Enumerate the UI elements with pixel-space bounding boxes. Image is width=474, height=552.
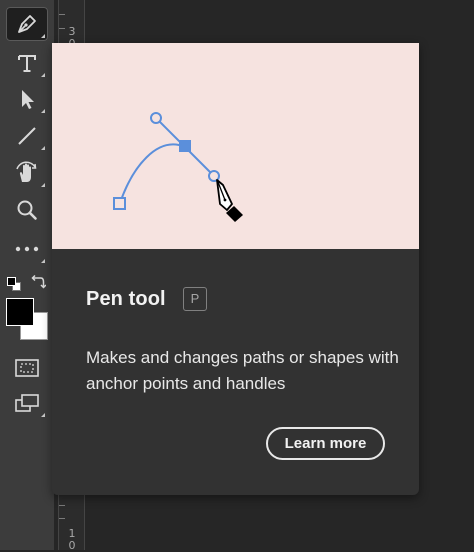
tooltip-preview-illustration — [52, 43, 419, 249]
learn-more-button[interactable]: Learn more — [266, 427, 385, 460]
line-icon — [15, 124, 39, 148]
ruler-label: 1 — [68, 527, 76, 540]
magnifier-icon — [15, 198, 39, 222]
swap-colors-icon[interactable] — [30, 274, 47, 295]
shortcut-key-badge: P — [183, 287, 207, 311]
tools-panel — [0, 0, 54, 550]
pen-tool-button[interactable] — [6, 7, 48, 41]
pen-tool-tooltip: Pen tool P Makes and changes paths or sh… — [52, 43, 419, 495]
pen-cursor-icon — [216, 179, 243, 222]
rotate-hand-icon — [14, 160, 40, 186]
tooltip-description: Makes and changes paths or shapes with a… — [86, 348, 399, 393]
tooltip-title: Pen tool — [86, 288, 166, 310]
ellipsis-icon — [14, 244, 40, 254]
screen-mode-button[interactable] — [6, 386, 48, 420]
zoom-tool-button[interactable] — [6, 193, 48, 227]
type-tool-button[interactable] — [6, 46, 48, 80]
ruler-label: 0 — [68, 539, 76, 552]
pen-nib-icon — [15, 12, 39, 36]
quick-mask-button[interactable] — [6, 351, 48, 385]
ruler-label: 3 — [68, 25, 76, 38]
screen-mode-icon — [14, 392, 40, 414]
foreground-color-swatch[interactable] — [6, 298, 34, 326]
arrow-cursor-icon — [15, 87, 39, 111]
line-tool-button[interactable] — [6, 119, 48, 153]
edit-toolbar-button[interactable] — [6, 232, 48, 266]
quick-mask-icon — [14, 357, 40, 379]
path-selection-tool-button[interactable] — [6, 82, 48, 116]
type-T-icon — [15, 51, 39, 75]
rotate-view-tool-button[interactable] — [6, 156, 48, 190]
